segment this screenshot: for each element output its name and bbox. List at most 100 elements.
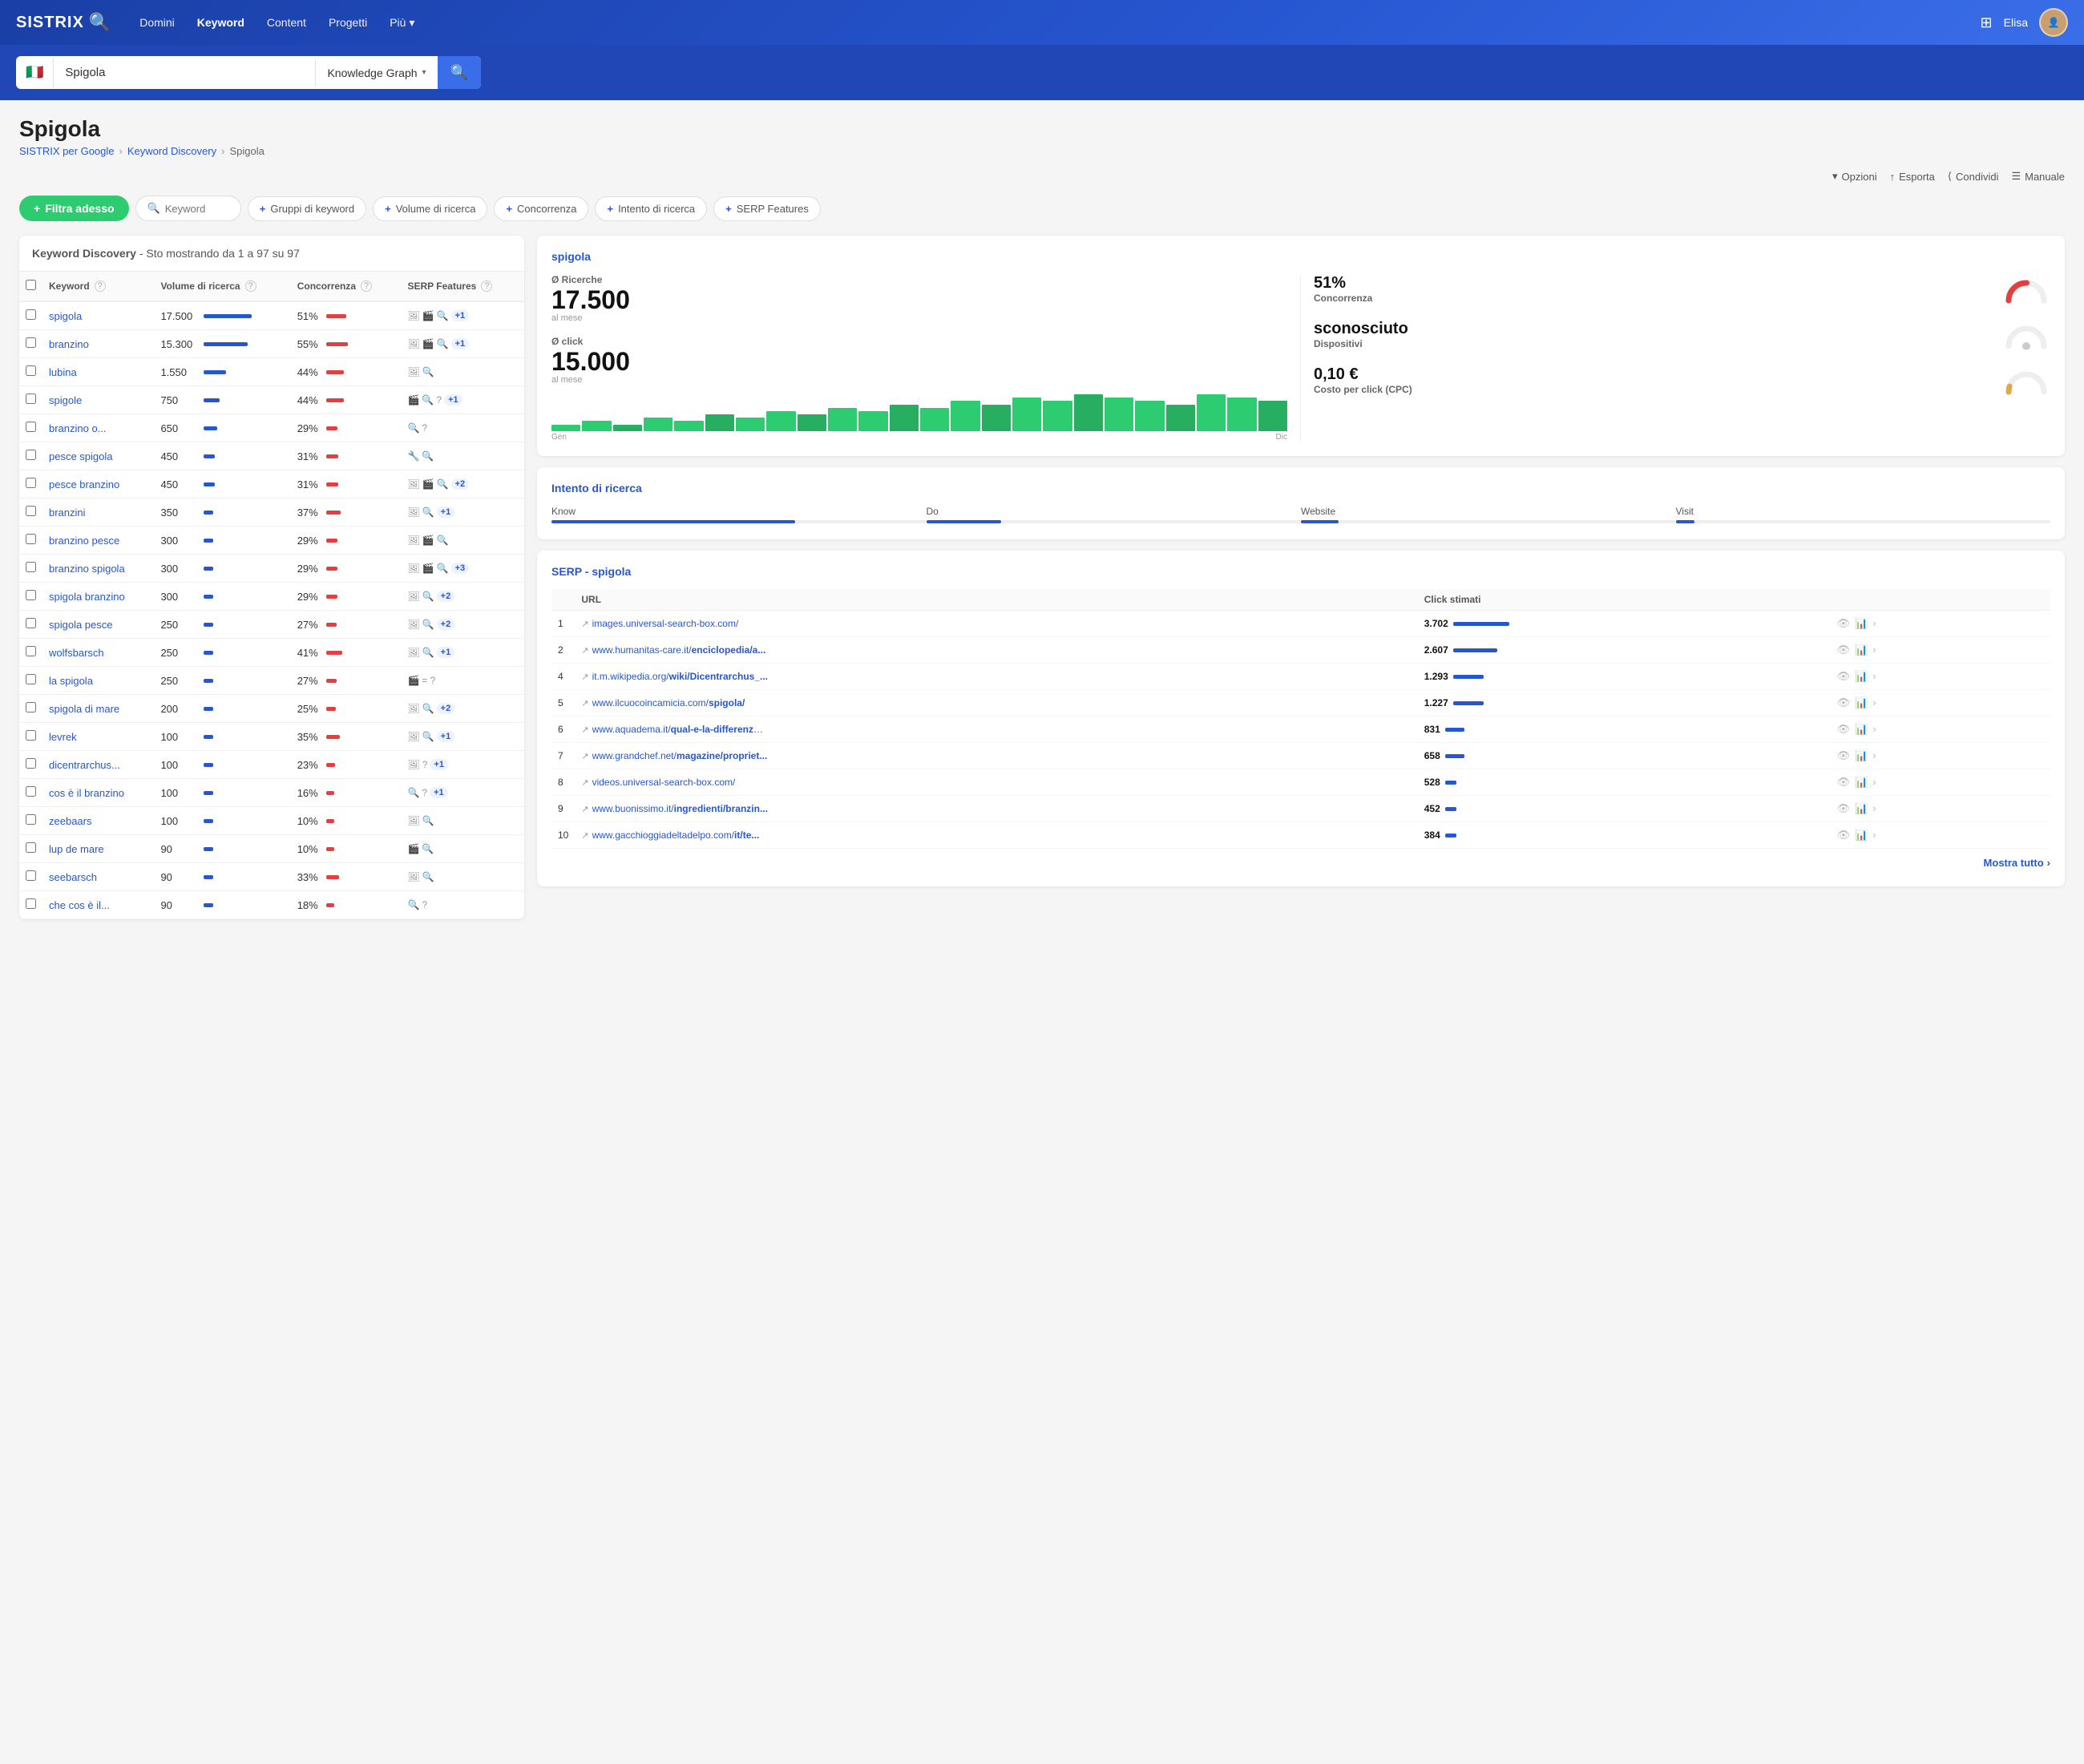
chart-icon[interactable]: 📊 [1855, 776, 1868, 789]
eye-icon[interactable]: 👁 [1837, 644, 1851, 656]
nav-content[interactable]: Content [257, 10, 316, 36]
eye-icon[interactable]: 👁 [1837, 802, 1851, 815]
keyword-cell[interactable]: lup de mare [42, 835, 154, 863]
manuale-button[interactable]: ☰ Manuale [2011, 170, 2065, 183]
keyword-cell[interactable]: pesce spigola [42, 442, 154, 470]
keyword-cell[interactable]: cos è il branzino [42, 779, 154, 807]
serp-url[interactable]: www.humanitas-care.it/enciclopedia/a... [592, 644, 766, 656]
keyword-cell[interactable]: wolfsbarsch [42, 639, 154, 667]
row-checkbox[interactable] [26, 309, 36, 320]
keyword-cell[interactable]: lubina [42, 358, 154, 386]
keyword-cell[interactable]: branzini [42, 499, 154, 527]
filtra-adesso-button[interactable]: + Filtra adesso [19, 196, 129, 221]
row-checkbox[interactable] [26, 562, 36, 572]
serp-help-icon[interactable]: ? [481, 281, 492, 292]
row-checkbox[interactable] [26, 534, 36, 544]
keyword-help-icon[interactable]: ? [95, 281, 106, 292]
serp-url[interactable]: www.aquadema.it/qual-e-la-differenza-... [592, 724, 769, 735]
arrow-right-icon[interactable]: › [1872, 776, 1876, 789]
keyword-cell[interactable]: branzino spigola [42, 555, 154, 583]
country-flag[interactable]: 🇮🇹 [16, 58, 54, 87]
concorrenza-filter[interactable]: + Concorrenza [494, 196, 588, 221]
keyword-cell[interactable]: spigola pesce [42, 611, 154, 639]
keyword-cell[interactable]: dicentrarchus... [42, 751, 154, 779]
avatar[interactable]: 👤 [2039, 8, 2068, 37]
keyword-cell[interactable]: spigole [42, 386, 154, 414]
chart-icon[interactable]: 📊 [1855, 723, 1868, 736]
eye-icon[interactable]: 👁 [1837, 749, 1851, 762]
gruppi-keyword-filter[interactable]: + Gruppi di keyword [248, 196, 366, 221]
row-checkbox[interactable] [26, 674, 36, 684]
keyword-cell[interactable]: branzino o... [42, 414, 154, 442]
eye-icon[interactable]: 👁 [1837, 617, 1851, 630]
keyword-search-filter[interactable]: 🔍 [135, 196, 241, 221]
arrow-right-icon[interactable]: › [1872, 749, 1876, 762]
nav-keyword[interactable]: Keyword [188, 10, 254, 36]
keyword-filter-input[interactable] [165, 203, 229, 215]
nav-progetti[interactable]: Progetti [319, 10, 377, 36]
row-checkbox[interactable] [26, 590, 36, 600]
concorrenza-help-icon[interactable]: ? [361, 281, 372, 292]
row-checkbox[interactable] [26, 814, 36, 825]
eye-icon[interactable]: 👁 [1837, 829, 1851, 842]
breadcrumb-kw-discovery[interactable]: Keyword Discovery [127, 145, 216, 157]
eye-icon[interactable]: 👁 [1837, 723, 1851, 736]
keyword-cell[interactable]: che cos è il... [42, 891, 154, 919]
esporta-button[interactable]: ↑ Esporta [1890, 171, 1935, 183]
condividi-button[interactable]: ⟨ Condividi [1948, 170, 1999, 183]
select-all-checkbox[interactable] [26, 280, 36, 290]
serp-url[interactable]: it.m.wikipedia.org/wiki/Dicentrarchus_..… [592, 671, 768, 682]
keyword-cell[interactable]: zeebaars [42, 807, 154, 835]
arrow-right-icon[interactable]: › [1872, 723, 1876, 736]
row-checkbox[interactable] [26, 478, 36, 488]
arrow-right-icon[interactable]: › [1872, 829, 1876, 842]
nav-piu[interactable]: Più ▾ [380, 10, 424, 36]
row-checkbox[interactable] [26, 337, 36, 348]
keyword-cell[interactable]: seebarsch [42, 863, 154, 891]
row-checkbox[interactable] [26, 758, 36, 769]
row-checkbox[interactable] [26, 422, 36, 432]
keyword-cell[interactable]: spigola [42, 301, 154, 330]
eye-icon[interactable]: 👁 [1837, 776, 1851, 789]
row-checkbox[interactable] [26, 646, 36, 656]
search-input[interactable] [54, 58, 315, 87]
keyword-cell[interactable]: spigola branzino [42, 583, 154, 611]
row-checkbox[interactable] [26, 898, 36, 909]
row-checkbox[interactable] [26, 394, 36, 404]
logo[interactable]: SISTRIX 🔍 [16, 12, 111, 33]
keyword-cell[interactable]: pesce branzino [42, 470, 154, 499]
serp-url[interactable]: videos.universal-search-box.com/ [592, 777, 736, 788]
chart-icon[interactable]: 📊 [1855, 617, 1868, 630]
breadcrumb-sistrix[interactable]: SISTRIX per Google [19, 145, 115, 157]
mostra-tutto-button[interactable]: Mostra tutto › [551, 849, 2050, 872]
arrow-right-icon[interactable]: › [1872, 802, 1876, 815]
volume-ricerca-filter[interactable]: + Volume di ricerca [373, 196, 487, 221]
row-checkbox[interactable] [26, 618, 36, 628]
keyword-cell[interactable]: branzino [42, 330, 154, 358]
serp-url[interactable]: www.grandchef.net/magazine/propriet... [592, 750, 768, 761]
search-mode-dropdown[interactable]: Knowledge Graph ▾ [315, 60, 437, 86]
eye-icon[interactable]: 👁 [1837, 670, 1851, 683]
eye-icon[interactable]: 👁 [1837, 696, 1851, 709]
serp-url[interactable]: www.buonissimo.it/ingredienti/branzin... [592, 803, 768, 814]
arrow-right-icon[interactable]: › [1872, 617, 1876, 630]
serp-url[interactable]: images.universal-search-box.com/ [592, 618, 739, 629]
row-checkbox[interactable] [26, 365, 36, 376]
arrow-right-icon[interactable]: › [1872, 644, 1876, 656]
row-checkbox[interactable] [26, 870, 36, 881]
serp-url[interactable]: www.gacchioggiadeltadelpo.com/it/te... [592, 830, 760, 841]
row-checkbox[interactable] [26, 730, 36, 741]
volume-help-icon[interactable]: ? [245, 281, 256, 292]
serp-features-filter[interactable]: + SERP Features [713, 196, 821, 221]
row-checkbox[interactable] [26, 842, 36, 853]
chart-icon[interactable]: 📊 [1855, 829, 1868, 842]
chart-icon[interactable]: 📊 [1855, 670, 1868, 683]
chart-icon[interactable]: 📊 [1855, 749, 1868, 762]
row-checkbox[interactable] [26, 506, 36, 516]
keyword-cell[interactable]: levrek [42, 723, 154, 751]
keyword-cell[interactable]: la spigola [42, 667, 154, 695]
intento-ricerca-filter[interactable]: + Intento di ricerca [595, 196, 707, 221]
arrow-right-icon[interactable]: › [1872, 670, 1876, 683]
opzioni-button[interactable]: ▾ Opzioni [1832, 170, 1877, 183]
chart-icon[interactable]: 📊 [1855, 696, 1868, 709]
